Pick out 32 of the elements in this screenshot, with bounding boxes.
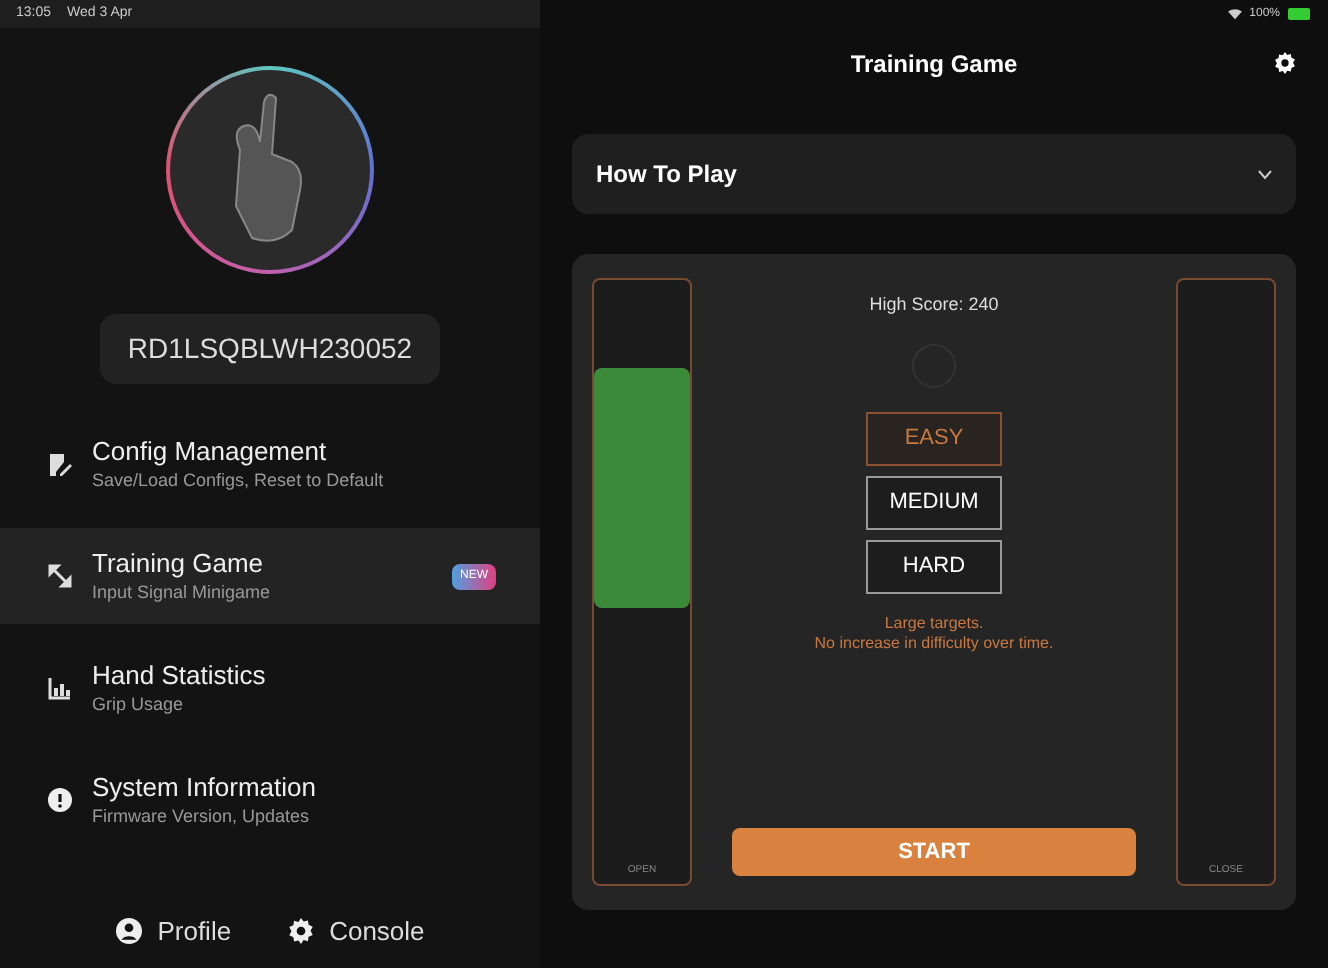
gear-icon	[287, 917, 314, 944]
high-score: High Score: 240	[869, 292, 999, 318]
wifi-icon	[1227, 8, 1242, 20]
sidebar-item[interactable]: System Information Firmware Version, Updates	[0, 752, 540, 848]
item-title: System Information	[92, 772, 318, 805]
difficulty-button[interactable]: MEDIUM	[866, 475, 1002, 529]
arrows-icon	[48, 564, 72, 588]
page-title: Training Game	[850, 48, 1018, 82]
item-subtitle: Firmware Version, Updates	[92, 805, 312, 828]
item-subtitle: Input Signal Minigame	[92, 581, 273, 604]
user-icon	[115, 917, 142, 944]
sidebar-item[interactable]: Hand Statistics Grip Usage	[0, 640, 540, 736]
footer-link[interactable]: Console	[287, 911, 425, 950]
footer-link[interactable]: Profile	[115, 911, 232, 950]
difficulty-button[interactable]: EASY	[866, 411, 1002, 465]
item-subtitle: Grip Usage	[92, 693, 186, 716]
battery-icon	[1288, 8, 1312, 20]
bar-chart-icon	[48, 676, 72, 700]
chevron-icon	[1258, 169, 1272, 179]
how-to-play-dropdown[interactable]: How To Play	[572, 134, 1296, 214]
item-title: Hand Statistics	[92, 660, 268, 693]
sidebar-item[interactable]: Config Management Save/Load Configs, Reset to Default	[0, 416, 540, 512]
item-subtitle: Save/Load Configs, Reset to Default	[92, 469, 386, 492]
item-title: Training Game	[92, 548, 265, 581]
difficulty-button[interactable]: HARD	[866, 539, 1002, 593]
item-title: Config Management	[92, 436, 329, 469]
serial-number: RD1LSQBLWH230052	[99, 314, 441, 384]
difficulty-hint: Large targets.	[884, 613, 984, 633]
difficulty-hint: No increase in difficulty over time.	[814, 633, 1054, 653]
settings-icon[interactable]	[1274, 52, 1296, 74]
info-icon	[48, 788, 72, 812]
edit-icon	[48, 451, 72, 477]
